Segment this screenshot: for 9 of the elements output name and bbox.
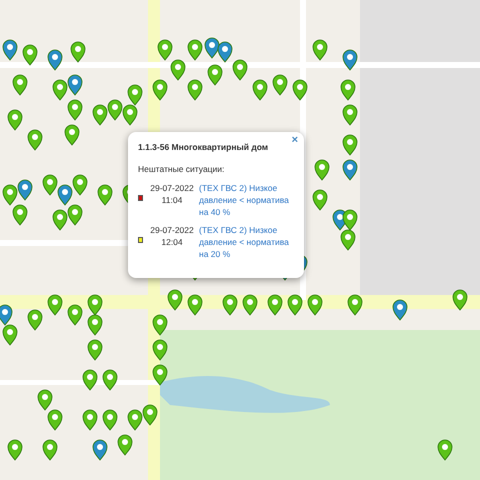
event-date: 29-07-2022	[150, 182, 194, 194]
section-heading: Нештатные ситуации:	[138, 164, 226, 174]
event-time: 11:04	[162, 194, 182, 206]
event-link[interactable]: (ТЕХ ГВС 2) Низкое давление < норматива на 40 %	[199, 182, 294, 218]
event-time: 12:04	[161, 236, 183, 248]
event-date: 29-07-2022	[150, 224, 194, 236]
popup-title: 1.1.3-56 Многоквартирный дом	[138, 142, 270, 152]
close-button[interactable]: ×	[292, 134, 298, 146]
event-link[interactable]: (ТЕХ ГВС 2) Низкое давление < норматива на 20 %	[199, 224, 294, 260]
